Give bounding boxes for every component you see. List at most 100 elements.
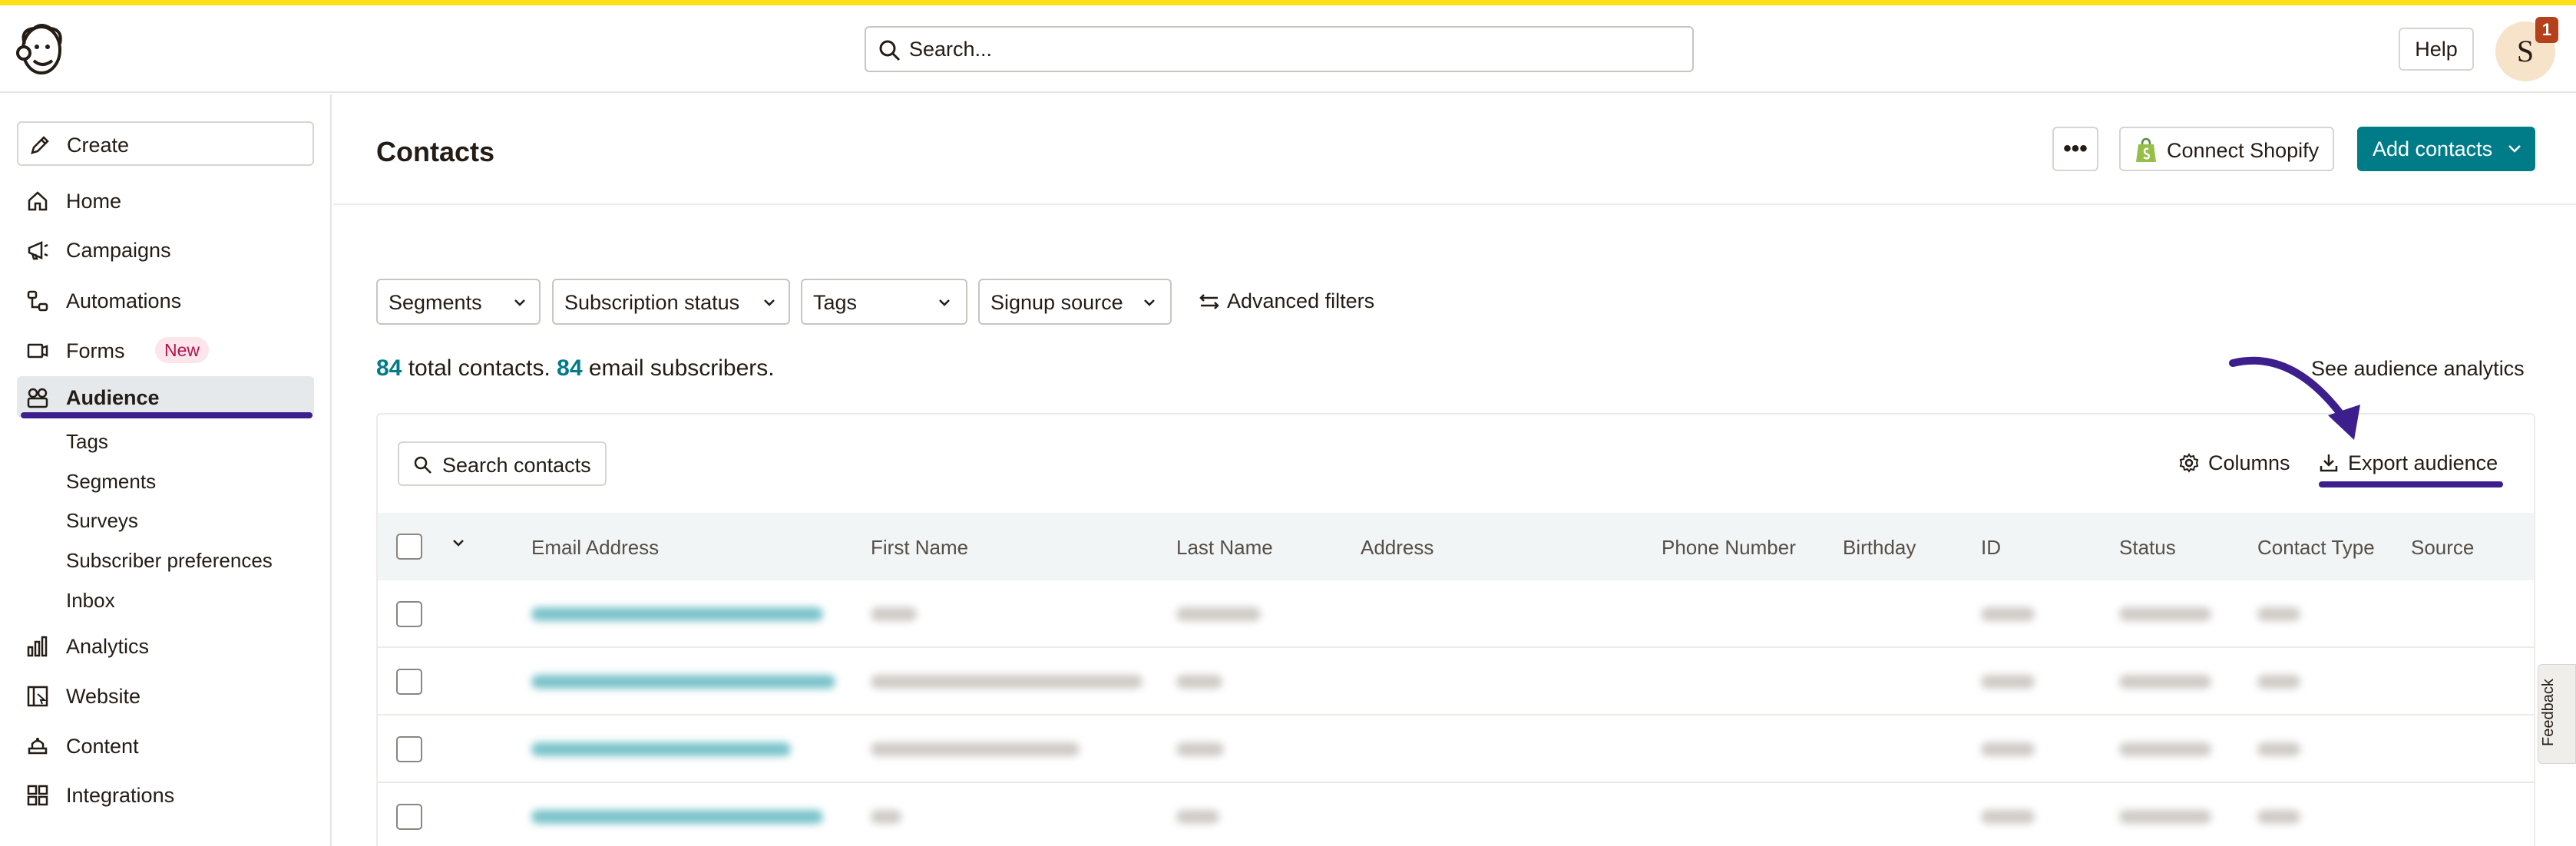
search-contacts-button[interactable]: Search contacts [398, 441, 607, 486]
table-header [378, 513, 2534, 580]
sidebar-item-content[interactable]: Content [17, 725, 314, 766]
sidebar-item-forms[interactable]: Forms New [17, 329, 314, 371]
sidebar-item-campaigns[interactable]: Campaigns [17, 229, 314, 270]
connect-shopify-button[interactable]: Connect Shopify [2119, 127, 2334, 171]
annotation-underline [2319, 481, 2503, 487]
blurred-contact-type [2257, 675, 2300, 689]
home-icon [28, 191, 48, 211]
sidebar-item-integrations[interactable]: Integrations [17, 774, 314, 815]
notification-badge: 1 [2535, 17, 2558, 43]
sidebar-item-label: Home [66, 190, 122, 213]
column-header-status[interactable]: Status [2119, 536, 2176, 560]
form-icon [27, 343, 48, 359]
sidebar-subitem-subscriber-preferences[interactable]: Subscriber preferences [66, 549, 273, 573]
filter-segments[interactable]: Segments [376, 279, 541, 325]
blurred-id [1981, 607, 2035, 621]
automation-icon [27, 290, 48, 312]
sidebar-subitem-segments[interactable]: Segments [66, 470, 156, 494]
filter-label: Signup source [990, 291, 1123, 314]
filter-tags[interactable]: Tags [801, 279, 967, 325]
blurred-last-name [1176, 810, 1219, 824]
top-header: Help S 1 [0, 5, 2576, 93]
select-all-checkbox[interactable] [396, 534, 422, 560]
row-checkbox[interactable] [396, 804, 422, 830]
chevron-down-icon [1144, 299, 1155, 306]
sidebar-item-label: Automations [66, 289, 182, 312]
table-row[interactable] [378, 648, 2534, 715]
table-row[interactable] [378, 580, 2534, 648]
pencil-icon [31, 136, 49, 154]
audience-icon [27, 388, 48, 408]
sidebar-item-label: Content [66, 735, 139, 758]
column-header-email[interactable]: Email Address [531, 536, 659, 560]
sidebar-subitem-tags[interactable]: Tags [66, 430, 108, 454]
filter-subscription-status[interactable]: Subscription status [552, 279, 790, 325]
row-checkbox[interactable] [396, 601, 422, 627]
brand-strip [0, 0, 2576, 5]
create-button[interactable]: Create [17, 121, 314, 166]
add-contacts-button[interactable]: Add contacts [2357, 127, 2535, 171]
column-header-source[interactable]: Source [2411, 536, 2474, 560]
column-header-first-name[interactable]: First Name [871, 536, 968, 560]
email-subscribers-text: email subscribers. [582, 355, 775, 381]
blurred-email [531, 675, 835, 689]
filter-signup-source[interactable]: Signup source [978, 279, 1172, 325]
column-header-id[interactable]: ID [1981, 536, 2001, 560]
sidebar-subitem-surveys[interactable]: Surveys [66, 509, 138, 533]
blurred-status [2119, 607, 2211, 621]
sidebar-subitem-inbox[interactable]: Inbox [66, 589, 115, 613]
column-header-address[interactable]: Address [1361, 536, 1433, 560]
megaphone-icon [28, 241, 48, 260]
blurred-email [531, 607, 823, 621]
sidebar-item-analytics[interactable]: Analytics [17, 625, 314, 666]
blurred-first-name [871, 810, 901, 824]
sidebar-item-audience[interactable]: Audience [17, 376, 314, 418]
blurred-last-name [1176, 742, 1224, 756]
column-header-contact-type[interactable]: Contact Type [2257, 536, 2375, 560]
blurred-first-name [871, 607, 917, 621]
help-button[interactable]: Help [2399, 28, 2474, 71]
global-search[interactable] [865, 26, 1694, 72]
chevron-down-icon [764, 299, 775, 306]
sidebar-item-website[interactable]: Website [17, 675, 314, 716]
filter-label: Subscription status [564, 291, 740, 314]
sidebar-item-home[interactable]: Home [17, 180, 314, 221]
mailchimp-logo-icon[interactable] [14, 21, 71, 78]
column-header-birthday[interactable]: Birthday [1843, 536, 1916, 560]
column-header-last-name[interactable]: Last Name [1176, 536, 1273, 560]
email-subscribers-count: 84 [557, 355, 583, 381]
total-contacts-text: total contacts. [402, 355, 557, 381]
blurred-status [2119, 810, 2211, 824]
sidebar-item-label: Analytics [66, 635, 150, 658]
sidebar-item-automations[interactable]: Automations [17, 279, 314, 321]
chevron-down-icon[interactable] [451, 539, 465, 548]
filter-label: Tags [813, 291, 858, 314]
feedback-label: Feedback [2540, 679, 2557, 746]
gear-icon [2179, 453, 2199, 473]
annotation-underline [21, 412, 312, 418]
shopify-bag-icon [2136, 137, 2156, 162]
search-icon [414, 456, 432, 474]
export-audience-label: Export audience [2348, 451, 2498, 474]
sidebar-item-label: Website [66, 685, 141, 708]
search-contacts-label: Search contacts [442, 454, 591, 477]
advanced-filters-label: Advanced filters [1227, 289, 1375, 312]
bar-chart-icon [27, 636, 48, 657]
sliders-icon [1199, 294, 1219, 309]
table-row[interactable] [378, 715, 2534, 783]
column-header-phone[interactable]: Phone Number [1662, 536, 1796, 560]
blurred-email [531, 742, 791, 756]
feedback-tab[interactable]: Feedback [2538, 664, 2576, 764]
blurred-last-name [1176, 607, 1261, 621]
row-checkbox[interactable] [396, 669, 422, 695]
filter-label: Segments [389, 291, 482, 314]
row-checkbox[interactable] [396, 736, 422, 762]
sidebar-item-label: Forms [66, 339, 125, 362]
divider [333, 203, 2576, 205]
more-options-button[interactable]: ••• [2052, 127, 2098, 171]
table-row[interactable] [378, 783, 2534, 846]
blurred-first-name [871, 675, 1143, 689]
chevron-down-icon [2508, 145, 2521, 153]
add-contacts-label: Add contacts [2373, 137, 2493, 160]
search-input[interactable] [909, 35, 1662, 63]
